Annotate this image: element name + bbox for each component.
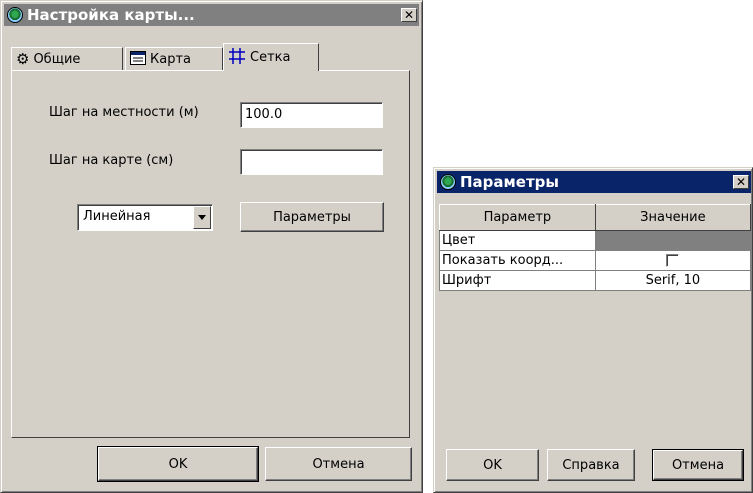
grid-type-value: Линейная bbox=[83, 209, 151, 224]
params-titlebar[interactable]: Параметры ✕ bbox=[437, 171, 751, 193]
tab-label: Карта bbox=[150, 52, 191, 67]
window-title: Параметры bbox=[460, 173, 559, 191]
param-name: Показать коорд... bbox=[439, 250, 596, 271]
column-header-parameter[interactable]: Параметр bbox=[439, 204, 596, 231]
table-row-show-coords[interactable]: Показать коорд... bbox=[439, 250, 752, 271]
params-ok-button[interactable]: OK bbox=[446, 449, 539, 481]
table-row-color[interactable]: Цвет bbox=[439, 230, 752, 251]
ground-step-input[interactable]: 100.0 bbox=[240, 102, 383, 128]
show-coords-checkbox[interactable] bbox=[666, 254, 680, 267]
map-window-icon bbox=[130, 50, 146, 69]
help-button[interactable]: Справка bbox=[547, 449, 635, 481]
ok-button[interactable]: OK bbox=[97, 446, 259, 482]
globe-app-icon bbox=[440, 174, 456, 190]
map-step-label: Шаг на карте (см) bbox=[49, 153, 174, 168]
show-coords-cell bbox=[594, 250, 752, 271]
color-swatch[interactable] bbox=[594, 230, 752, 251]
map-step-input[interactable] bbox=[240, 149, 383, 175]
tab-label: Общие bbox=[33, 52, 81, 67]
button-label: Справка bbox=[562, 457, 620, 473]
table-row-font[interactable]: Шрифт Serif, 10 bbox=[439, 270, 752, 291]
tab-map[interactable]: Карта bbox=[125, 47, 223, 71]
tab-general[interactable]: ⚙ Общие bbox=[11, 47, 123, 71]
grid-type-select[interactable]: Линейная bbox=[77, 204, 213, 231]
table-header-row: Параметр Значение bbox=[439, 204, 752, 231]
window-title: Настройка карты... bbox=[27, 6, 195, 24]
map-settings-window: Настройка карты... ✕ ⚙ Общие Карта Сетка… bbox=[0, 0, 423, 493]
params-table: Параметр Значение Цвет Показать коорд...… bbox=[439, 204, 752, 291]
tab-label: Сетка bbox=[250, 50, 291, 65]
button-label: Отмена bbox=[312, 456, 365, 472]
button-label: Отмена bbox=[671, 457, 725, 473]
globe-app-icon bbox=[7, 7, 23, 23]
tab-grid[interactable]: Сетка bbox=[223, 43, 319, 71]
grid-icon bbox=[228, 47, 246, 69]
gears-icon: ⚙ bbox=[16, 50, 30, 68]
close-icon[interactable]: ✕ bbox=[733, 175, 749, 189]
close-icon[interactable]: ✕ bbox=[401, 8, 417, 22]
cancel-button[interactable]: Отмена bbox=[265, 447, 412, 481]
params-window: Параметры ✕ Параметр Значение Цвет Показ… bbox=[433, 167, 753, 493]
grid-params-button[interactable]: Параметры bbox=[240, 202, 384, 232]
button-label: OK bbox=[483, 457, 502, 473]
font-value[interactable]: Serif, 10 bbox=[594, 270, 752, 291]
param-name: Шрифт bbox=[439, 270, 596, 291]
button-label: OK bbox=[168, 456, 188, 472]
column-header-value[interactable]: Значение bbox=[594, 204, 752, 231]
ground-step-label: Шаг на местности (м) bbox=[49, 105, 199, 120]
map-settings-titlebar[interactable]: Настройка карты... ✕ bbox=[4, 4, 419, 26]
button-label: Параметры bbox=[273, 209, 351, 225]
chevron-down-icon[interactable] bbox=[193, 206, 211, 229]
params-cancel-button[interactable]: Отмена bbox=[652, 449, 744, 481]
param-name: Цвет bbox=[439, 230, 596, 251]
